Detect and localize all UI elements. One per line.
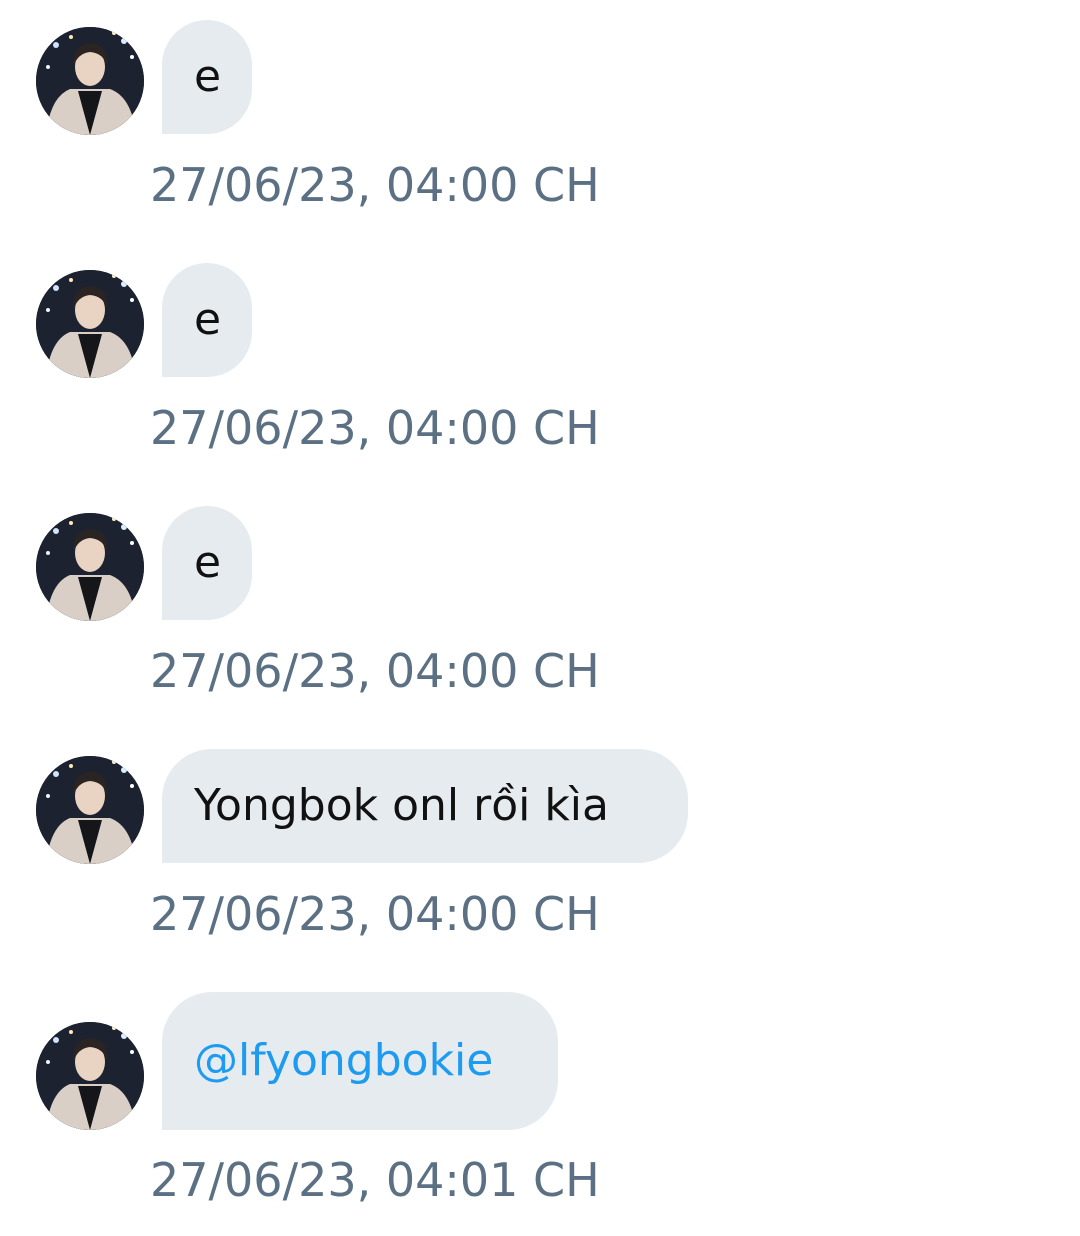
- avatar[interactable]: [36, 756, 144, 864]
- message-text: e: [194, 537, 222, 588]
- message-row: e 27/06/23, 04:00 CH: [0, 263, 1080, 463]
- message-row: e 27/06/23, 04:00 CH: [0, 20, 1080, 220]
- message-bubble[interactable]: e: [162, 506, 252, 620]
- message-text: e: [194, 294, 222, 345]
- avatar[interactable]: [36, 1022, 144, 1130]
- message-bubble[interactable]: e: [162, 263, 252, 377]
- message-bubble[interactable]: e: [162, 20, 252, 134]
- avatar[interactable]: [36, 270, 144, 378]
- dm-thread: e 27/06/23, 04:00 CH e 27/06/23, 04:00 C…: [0, 0, 1080, 1236]
- avatar[interactable]: [36, 513, 144, 621]
- message-timestamp: 27/06/23, 04:01 CH: [150, 1153, 600, 1207]
- avatar[interactable]: [36, 27, 144, 135]
- message-row: e 27/06/23, 04:00 CH: [0, 506, 1080, 706]
- message-bubble[interactable]: @lfyongbokie: [162, 992, 558, 1130]
- message-row: Yongbok onl rồi kìa 27/06/23, 04:00 CH: [0, 749, 1080, 949]
- message-timestamp: 27/06/23, 04:00 CH: [150, 401, 600, 455]
- message-bubble[interactable]: Yongbok onl rồi kìa: [162, 749, 688, 863]
- message-timestamp: 27/06/23, 04:00 CH: [150, 887, 600, 941]
- message-text: Yongbok onl rồi kìa: [194, 780, 609, 831]
- mention-link[interactable]: @lfyongbokie: [194, 1039, 493, 1083]
- message-timestamp: 27/06/23, 04:00 CH: [150, 158, 600, 212]
- message-text: e: [194, 51, 222, 102]
- message-timestamp: 27/06/23, 04:00 CH: [150, 644, 600, 698]
- message-row: @lfyongbokie 27/06/23, 04:01 CH: [0, 992, 1080, 1222]
